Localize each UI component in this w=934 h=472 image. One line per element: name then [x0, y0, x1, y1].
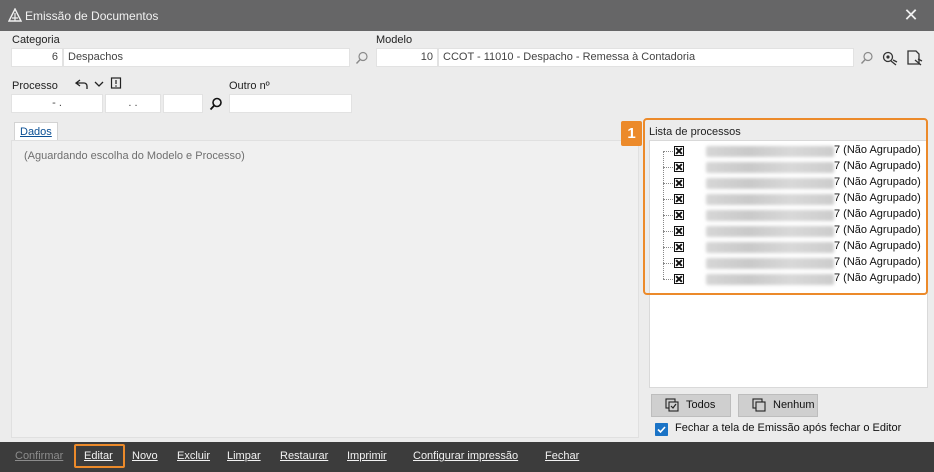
history-list-icon[interactable]	[110, 77, 122, 90]
callout-badge: 1	[621, 121, 642, 146]
fechar-button[interactable]: Fechar	[545, 450, 579, 462]
select-all-icon	[665, 398, 679, 412]
configurar-impressao-button[interactable]: Configurar impressão	[413, 450, 518, 462]
undo-icon[interactable]	[75, 78, 89, 90]
modelo-code-input[interactable]: 10	[376, 48, 438, 67]
dados-panel: (Aguardando escolha do Modelo e Processo…	[11, 140, 639, 438]
highlight-callout-editar	[74, 444, 125, 468]
checkbox-checked-icon[interactable]	[655, 423, 668, 436]
close-icon[interactable]: ✕	[902, 6, 920, 24]
processo-digit-input[interactable]	[163, 94, 203, 113]
waiting-message: (Aguardando escolha do Modelo e Processo…	[24, 150, 245, 162]
categoria-code-input[interactable]: 6	[11, 48, 63, 67]
limpar-button[interactable]: Limpar	[227, 450, 261, 462]
outro-label: Outro nº	[229, 80, 270, 92]
modelo-name-input[interactable]: CCOT - 11010 - Despacho - Remessa à Cont…	[438, 48, 854, 67]
modelo-search-icon[interactable]	[859, 50, 875, 66]
select-all-button[interactable]: Todos	[651, 394, 731, 417]
highlight-callout-list	[643, 118, 928, 295]
confirmar-button[interactable]: Confirmar	[15, 450, 63, 462]
action-bar: Confirmar Editar Novo Excluir Limpar Res…	[0, 442, 934, 472]
categoria-name-input[interactable]: Despachos	[63, 48, 350, 67]
imprimir-button[interactable]: Imprimir	[347, 450, 387, 462]
processo-number-input[interactable]: - .	[11, 94, 103, 113]
title-bar: Emissão de Documentos ✕	[0, 0, 934, 31]
excluir-button[interactable]: Excluir	[177, 450, 210, 462]
select-none-button[interactable]: Nenhum	[738, 394, 818, 417]
tab-dados[interactable]: Dados	[14, 122, 58, 141]
select-all-label: Todos	[686, 399, 716, 411]
restaurar-button[interactable]: Restaurar	[280, 450, 328, 462]
select-none-icon	[752, 398, 766, 412]
categoria-search-icon[interactable]	[354, 50, 370, 66]
outro-input[interactable]	[229, 94, 352, 113]
novo-button[interactable]: Novo	[132, 450, 158, 462]
select-none-label: Nenhum	[773, 399, 815, 411]
chevron-down-icon[interactable]	[94, 80, 104, 88]
categoria-label: Categoria	[12, 34, 60, 46]
processo-search-icon[interactable]	[208, 96, 224, 112]
modelo-label: Modelo	[376, 34, 413, 46]
processo-year-input[interactable]: . .	[105, 94, 161, 113]
close-after-editor-label: Fechar a tela de Emissão após fechar o E…	[675, 422, 902, 434]
model-config-icon[interactable]	[880, 49, 898, 67]
processo-label: Processo	[12, 80, 58, 92]
document-preview-icon[interactable]	[905, 49, 923, 67]
window-title: Emissão de Documentos	[25, 9, 159, 23]
app-logo-icon	[8, 8, 22, 22]
